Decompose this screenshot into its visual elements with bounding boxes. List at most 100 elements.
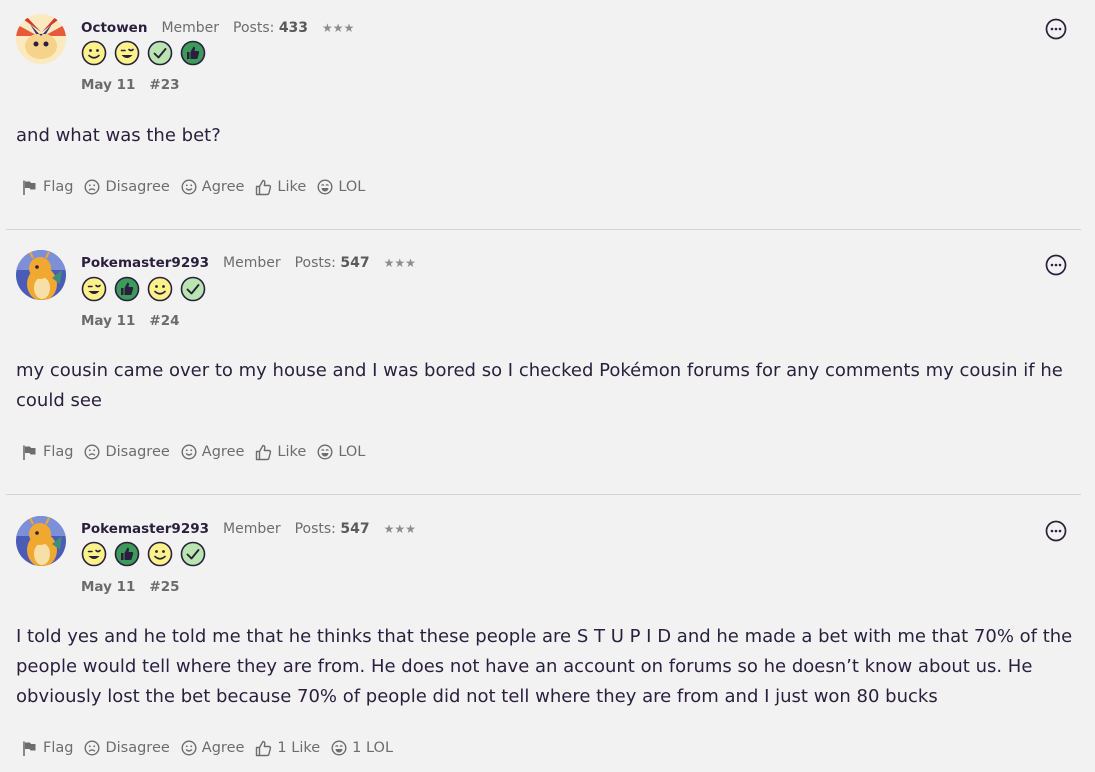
lol-label: LOL [338,444,366,460]
flag-icon [23,741,36,756]
post-actions: Flag Disagree Agree Like LOL [21,177,376,197]
flag-label: Flag [43,179,74,195]
wink-icon [81,541,107,567]
avatar[interactable] [16,14,66,64]
smile-icon [81,40,107,66]
frown-icon [84,179,100,195]
laugh-icon [317,444,333,460]
avatar[interactable] [16,516,66,566]
user-meta: Octowen Member Posts: 433 ★★★ [81,19,354,37]
thumbs-up-icon [114,541,140,567]
flag-label: Flag [43,740,74,756]
user-role: Member [161,20,220,36]
thumbs-up-icon [256,179,272,195]
flag-button[interactable]: Flag [21,179,73,196]
check-icon [180,276,206,302]
check-icon [147,40,173,66]
post-count-label: Posts: [294,255,336,271]
user-meta: Pokemaster9293 Member Posts: 547 ★★★ [81,520,416,538]
agree-button[interactable]: Agree [181,740,245,756]
agree-button[interactable]: Agree [181,444,245,460]
post-content: and what was the bet? [16,125,221,146]
wink-icon [114,40,140,66]
flag-icon [23,445,36,460]
user-meta: Pokemaster9293 Member Posts: 547 ★★★ [81,254,416,272]
smile-icon [147,541,173,567]
frown-icon [84,444,100,460]
username[interactable]: Octowen [81,20,147,36]
flag-button[interactable]: Flag [21,444,73,461]
post-date[interactable]: May 11 [81,77,135,93]
disagree-label: Disagree [105,740,170,756]
thumbs-up-icon [256,444,272,460]
smile-icon [181,179,197,195]
disagree-button[interactable]: Disagree [84,179,170,195]
like-label: 1 Like [277,740,321,756]
laugh-icon [317,179,333,195]
more-options-icon[interactable] [1045,520,1067,542]
more-options-icon[interactable] [1045,254,1067,276]
smile-icon [181,444,197,460]
like-label: Like [277,179,307,195]
post-actions: Flag Disagree Agree 1 Like 1 LOL [21,738,404,758]
post-date[interactable]: May 11 [81,313,135,329]
badge-row [81,276,206,304]
badge-row [81,40,206,68]
lol-button[interactable]: LOL [317,444,365,460]
post-divider [6,229,1081,230]
disagree-button[interactable]: Disagree [84,444,170,460]
thumbs-up-icon [114,276,140,302]
post-count-value: 547 [340,521,370,537]
smile-icon [147,276,173,302]
like-button[interactable]: Like [255,444,306,461]
agree-label: Agree [201,444,245,460]
post-count: Posts: 433 [233,20,308,36]
lol-label: 1 LOL [352,740,394,756]
badge-row [81,541,206,569]
disagree-label: Disagree [105,179,170,195]
smile-icon [181,740,197,756]
more-options-icon[interactable] [1045,18,1067,40]
lol-button[interactable]: LOL [317,179,365,195]
rank-stars: ★★★ [383,522,416,536]
post-actions: Flag Disagree Agree Like LOL [21,442,376,462]
post-number[interactable]: #25 [149,579,179,595]
agree-button[interactable]: Agree [181,179,244,195]
post-content: my cousin came over to my house and I wa… [16,360,1063,411]
post-dateline: May 11 #24 [81,313,180,329]
post-number[interactable]: #24 [149,313,179,329]
user-role: Member [223,255,281,271]
post-count: Posts: 547 [295,521,370,537]
avatar[interactable] [16,250,66,300]
like-label: Like [277,444,307,460]
disagree-label: Disagree [105,444,170,460]
like-button[interactable]: Like [255,179,306,196]
like-button[interactable]: 1 Like [255,740,320,757]
post-content: I told yes and he told me that he thinks… [16,626,1073,707]
frown-icon [84,740,100,756]
wink-icon [81,276,107,302]
post-date[interactable]: May 11 [81,579,135,595]
agree-label: Agree [201,740,245,756]
rank-stars: ★★★ [322,21,355,35]
thumbs-up-icon [256,740,272,756]
disagree-button[interactable]: Disagree [84,740,170,756]
username[interactable]: Pokemaster9293 [81,521,209,537]
post-count-value: 433 [278,20,309,36]
post-dateline: May 11 #25 [81,579,180,595]
check-icon [180,541,206,567]
username[interactable]: Pokemaster9293 [81,255,209,271]
lol-button[interactable]: 1 LOL [331,740,393,756]
post-count-label: Posts: [294,521,336,537]
post-dateline: May 11 #23 [81,77,180,93]
lol-label: LOL [338,179,366,195]
post-number[interactable]: #23 [149,77,179,93]
flag-icon [23,180,36,195]
flag-button[interactable]: Flag [21,740,73,757]
user-role: Member [223,521,281,537]
laugh-icon [331,740,347,756]
post-count-label: Posts: [233,20,275,36]
post-count-value: 547 [340,255,370,271]
post-count: Posts: 547 [295,255,370,271]
post-divider [6,494,1081,495]
